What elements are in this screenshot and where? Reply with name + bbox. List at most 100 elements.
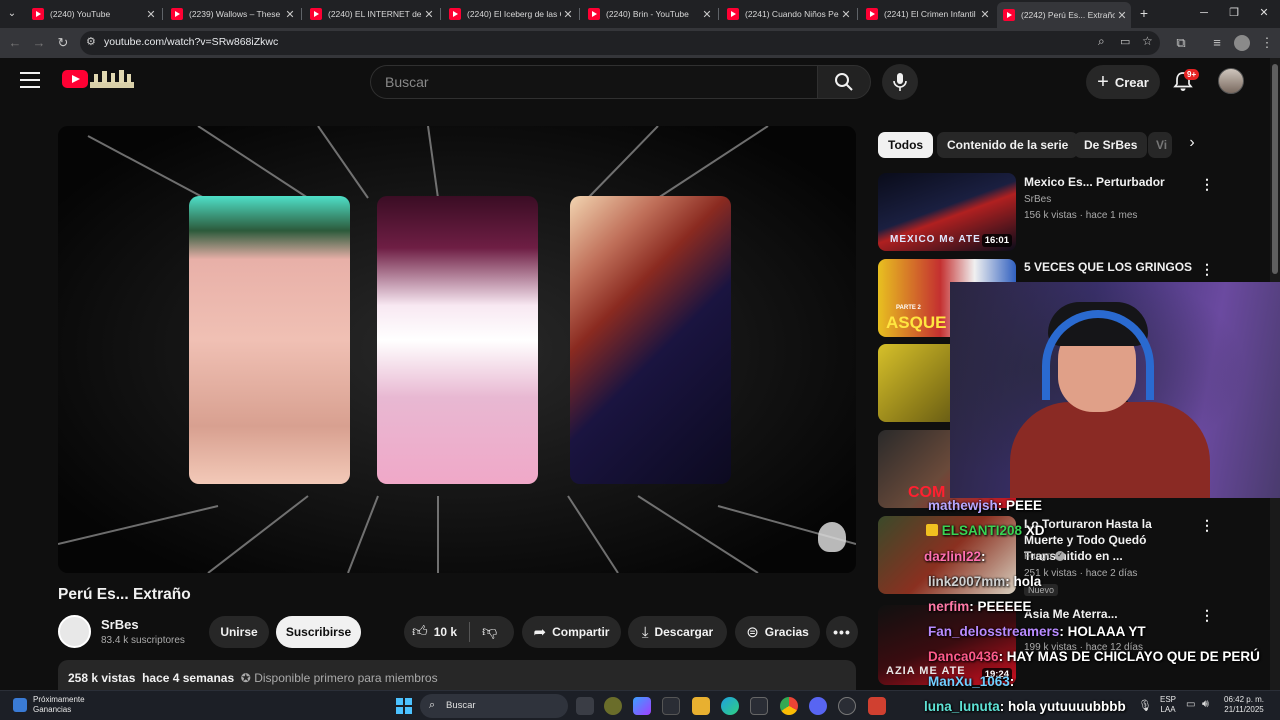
tab-close-icon[interactable]: ✕ (978, 8, 992, 21)
tab-close-icon[interactable]: ✕ (283, 8, 297, 21)
forward-arrow-icon[interactable]: → (30, 34, 48, 52)
tab-close-icon[interactable]: ✕ (144, 8, 158, 21)
voice-search-button[interactable] (882, 64, 918, 100)
browser-menu-icon[interactable]: ⋮ (1258, 34, 1276, 52)
restore-button[interactable]: ❐ (1220, 4, 1248, 22)
tray-mic-icon[interactable]: 🎙︎ (1138, 699, 1152, 712)
input-language-indicator[interactable]: ESP LAA (1160, 695, 1176, 715)
chevron-right-icon[interactable]: › (1182, 134, 1202, 156)
video-thumbnail[interactable]: MEXICO Me ATE 16:01 (878, 173, 1016, 251)
tab-ninos[interactable]: (2241) Cuando Niños Pen ✕ (721, 4, 855, 24)
tab-close-icon[interactable]: ✕ (561, 8, 575, 21)
chip-contenido-serie[interactable]: Contenido de la serie (937, 132, 1079, 158)
account-avatar[interactable] (1218, 68, 1244, 94)
zoom-icon[interactable]: ⌕ (1098, 34, 1105, 49)
weather-widget[interactable]: Próximamente Ganancias (33, 695, 85, 715)
chip-de-srbes[interactable]: De SrBes (1074, 132, 1148, 158)
youtube-favicon-icon (310, 8, 322, 20)
microphone-icon (893, 73, 907, 91)
more-actions-button[interactable]: ••• (826, 616, 858, 648)
address-bar[interactable]: ⚙ youtube.com/watch?v=SRw868iZkwc ⌕ ▭ ☆ (80, 31, 1160, 55)
extensions-icon[interactable]: ⧉ (1172, 34, 1190, 52)
search-box[interactable] (370, 65, 817, 99)
app-icon[interactable] (868, 697, 886, 715)
channel-watermark-icon[interactable] (818, 522, 846, 552)
more-horizontal-icon: ••• (833, 624, 851, 640)
search-button[interactable] (817, 65, 871, 99)
recommendation-channel[interactable]: SrBes (1024, 194, 1051, 205)
download-button[interactable]: ⤓ Descargar (628, 616, 727, 648)
windows-start-icon[interactable] (396, 698, 412, 714)
app-icon[interactable] (604, 697, 622, 715)
chrome-icon[interactable] (780, 697, 798, 715)
tab-close-icon[interactable]: ✕ (700, 8, 714, 21)
site-info-icon[interactable]: ⚙ (86, 35, 96, 48)
like-button[interactable]: 👍︎ 10 k (412, 623, 457, 641)
taskbar-search[interactable]: ⌕ Buscar (420, 694, 568, 718)
reload-icon[interactable]: ↻ (54, 34, 72, 52)
recommendation-title[interactable]: 5 VECES QUE LOS GRINGOS (1024, 259, 1194, 275)
discord-icon[interactable] (809, 697, 827, 715)
search-input[interactable] (385, 74, 785, 90)
store-icon[interactable] (662, 697, 680, 715)
tab-brin[interactable]: (2240) Brin - YouTube ✕ (582, 4, 716, 24)
youtube-favicon-icon (449, 8, 461, 20)
tab-crimen[interactable]: (2241) El Crimen Infantil M ✕ (860, 4, 994, 24)
minimize-button[interactable]: ─ (1190, 4, 1218, 22)
chat-message: dazlinl22: (924, 549, 986, 564)
create-button[interactable]: + Crear (1086, 65, 1160, 99)
tab-internet[interactable]: (2240) EL INTERNET de an ✕ (304, 4, 438, 24)
recommendation-channel[interactable]: Fusgo (1024, 551, 1052, 562)
tab-close-icon[interactable]: ✕ (839, 8, 853, 21)
tab-peru-active[interactable]: (2242) Perú Es... Extraño ✕ (997, 2, 1131, 28)
chip-todos[interactable]: Todos (878, 132, 934, 158)
tab-close-icon[interactable]: ✕ (1115, 9, 1129, 22)
join-button[interactable]: Unirse (209, 616, 269, 648)
tab-close-icon[interactable]: ✕ (422, 8, 436, 21)
youtube-doodle-icon[interactable] (90, 68, 134, 90)
profile-avatar[interactable] (1234, 35, 1250, 51)
back-arrow-icon[interactable]: ← (6, 34, 24, 52)
weather-widget-icon[interactable] (13, 698, 27, 712)
video-options-icon[interactable]: ⋮ (1200, 517, 1214, 533)
members-first-note: Disponible primero para miembros (254, 671, 438, 685)
dislike-button[interactable]: 👎︎ (482, 623, 497, 641)
video-options-icon[interactable]: ⋮ (1200, 607, 1214, 623)
recommendation-title[interactable]: Asia Me Aterra... (1024, 606, 1194, 622)
network-icon[interactable]: ▭ (1186, 699, 1195, 710)
thanks-button[interactable]: ⊜ Gracias (735, 616, 820, 648)
close-window-button[interactable]: ✕ (1250, 4, 1278, 22)
youtube-logo[interactable] (62, 70, 88, 88)
video-player[interactable] (58, 126, 856, 573)
volume-icon[interactable]: 🔊︎ (1202, 698, 1209, 711)
video-options-icon[interactable]: ⋮ (1200, 261, 1214, 277)
video-options-icon[interactable]: ⋮ (1200, 176, 1214, 192)
app-icon[interactable] (838, 697, 856, 715)
chat-message: link2007mm: hola (928, 574, 1041, 589)
recommendation-title[interactable]: Mexico Es... Perturbador (1024, 174, 1194, 190)
tab-wallows[interactable]: (2239) Wallows – These Days ✕ (165, 4, 299, 24)
app-icon[interactable] (750, 697, 768, 715)
tab-iceberg[interactable]: (2240) El Iceberg de las Cu ✕ (443, 4, 577, 24)
copilot-icon[interactable] (633, 697, 651, 715)
edge-icon[interactable] (721, 697, 739, 715)
like-dislike-group: 👍︎ 10 k 👎︎ (404, 616, 514, 648)
scrollbar-thumb[interactable] (1272, 64, 1278, 274)
new-tab-button[interactable]: + (1136, 5, 1152, 21)
video-thumbnail[interactable]: AZIA ME ATE 19:24 (878, 605, 1016, 685)
share-arrow-icon: ➦ (533, 624, 547, 641)
cast-icon[interactable]: ▭ (1120, 35, 1130, 48)
reading-list-icon[interactable]: ≡ (1208, 34, 1226, 52)
file-explorer-icon[interactable] (692, 697, 710, 715)
tab-search-icon[interactable]: ⌄ (2, 4, 22, 24)
share-button[interactable]: ➦ Compartir (522, 616, 621, 648)
task-view-icon[interactable] (576, 697, 594, 715)
channel-name[interactable]: SrBes (101, 617, 139, 632)
channel-avatar[interactable] (58, 615, 91, 648)
bookmark-star-icon[interactable]: ☆ (1142, 34, 1153, 48)
system-clock[interactable]: 06:42 p. m. 21/11/2025 (1224, 695, 1264, 715)
subscribe-button[interactable]: Suscribirse (276, 616, 361, 648)
hamburger-menu-icon[interactable] (20, 72, 40, 88)
chip-partial[interactable]: Vi (1148, 132, 1172, 158)
tab-youtube[interactable]: (2240) YouTube ✕ (26, 4, 160, 24)
